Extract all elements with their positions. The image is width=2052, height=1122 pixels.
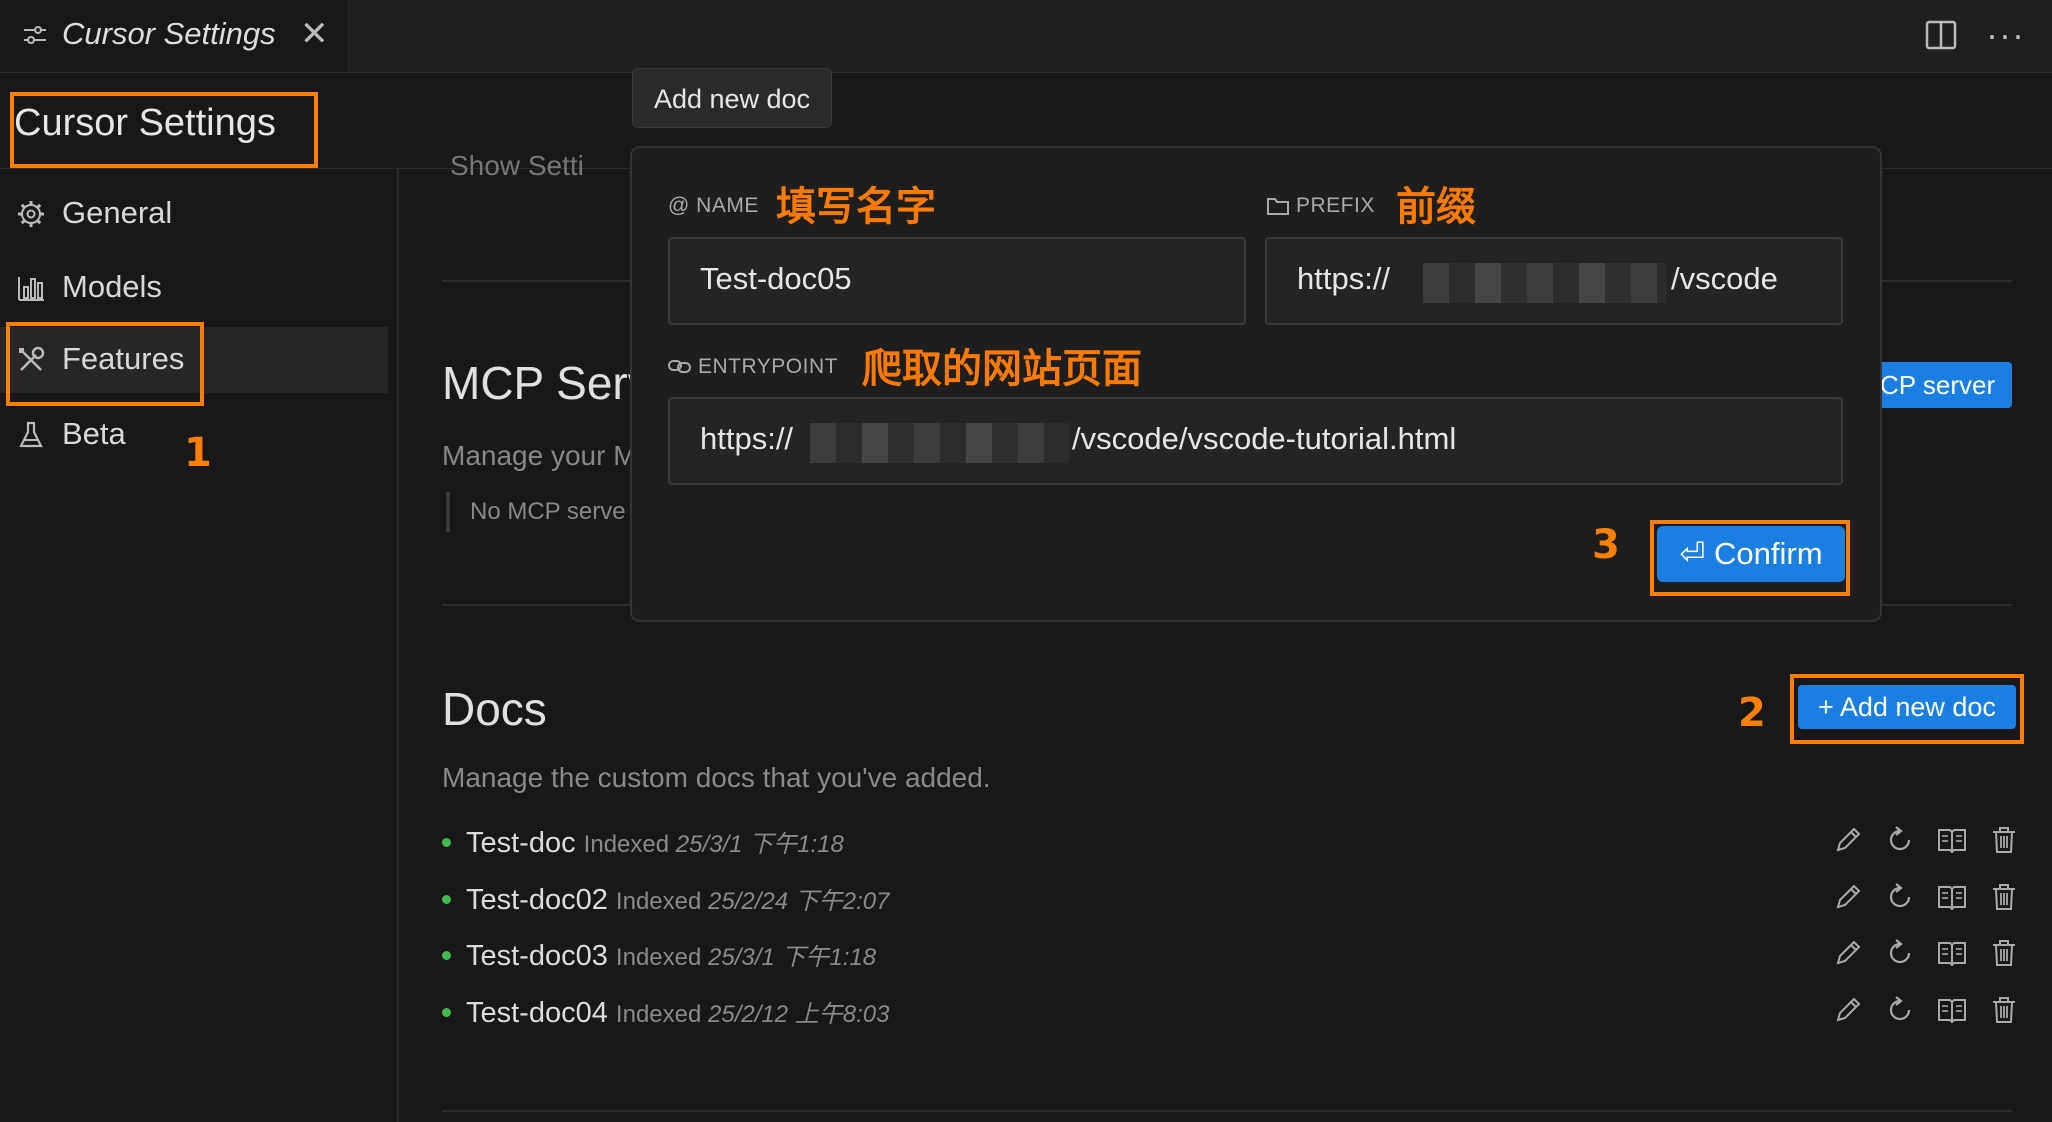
book-icon[interactable] [1936, 994, 1968, 1026]
refresh-icon[interactable] [1884, 824, 1916, 856]
close-icon[interactable]: ✕ [300, 14, 329, 54]
prefix-input[interactable]: https:// /vscode [1265, 237, 1843, 325]
settings-sliders-icon [24, 26, 46, 44]
mcp-section-description: Manage your M [442, 440, 637, 471]
entrypoint-input-value-start: https:// [700, 421, 794, 456]
annotation-step-2: 2 [1738, 690, 1766, 736]
annotation-box-title [10, 92, 318, 168]
status-dot [442, 1008, 451, 1017]
sidebar-item-label: General [62, 195, 173, 230]
trash-icon[interactable] [1988, 881, 2020, 913]
name-input-value: Test-doc05 [700, 261, 852, 296]
sidebar-item-general[interactable]: General [0, 181, 388, 247]
mcp-empty-message: No MCP serve [470, 498, 626, 525]
doc-name: Test-doc04 [466, 997, 608, 1029]
list-item: Test-doc02 Indexed 25/2/24 下午2:07 [442, 873, 2022, 923]
show-settings-link[interactable]: Show Setti [450, 150, 584, 182]
book-icon[interactable] [1936, 881, 1968, 913]
refresh-icon[interactable] [1884, 994, 1916, 1026]
edit-pencil-icon[interactable] [1832, 937, 1864, 969]
doc-indexed-date: 25/3/1 下午1:18 [708, 944, 877, 971]
book-icon[interactable] [1936, 824, 1968, 856]
prefix-input-value-end: /vscode [1671, 261, 1778, 296]
flask-icon [19, 421, 43, 448]
add-doc-tooltip: Add new doc [632, 68, 832, 128]
section-divider [442, 1110, 2012, 1112]
doc-name: Test-doc02 [466, 884, 608, 916]
edit-pencil-icon[interactable] [1832, 881, 1864, 913]
tab-title: Cursor Settings [62, 16, 276, 51]
doc-indexed-date: 25/2/12 上午8:03 [708, 1001, 890, 1028]
docs-section-title: Docs [442, 683, 547, 735]
annotation-box-confirm [1650, 520, 1850, 596]
entrypoint-input[interactable]: https:// /vscode/vscode-tutorial.html [668, 397, 1843, 485]
annotation-step-1: 1 [184, 430, 212, 476]
sidebar-divider [397, 169, 399, 1122]
bar-chart-icon [18, 277, 44, 301]
entrypoint-input-value-end: /vscode/vscode-tutorial.html [1072, 421, 1457, 456]
entrypoint-field-label: ENTRYPOINT [698, 355, 838, 378]
doc-indexed-label: Indexed [583, 831, 670, 858]
prefix-field-label: PREFIX [1296, 194, 1375, 217]
sidebar-item-models[interactable]: Models [0, 255, 388, 321]
trash-icon[interactable] [1988, 994, 2020, 1026]
doc-indexed-label: Indexed [615, 888, 702, 915]
gear-icon [18, 201, 44, 227]
sidebar-item-label: Models [62, 269, 162, 304]
redacted-text [810, 423, 1070, 463]
edit-pencil-icon[interactable] [1832, 824, 1864, 856]
doc-actions [1832, 877, 2022, 917]
split-editor-icon[interactable] [1924, 18, 1958, 52]
status-dot [442, 838, 451, 847]
name-field-label: @ NAME [668, 194, 759, 217]
add-mcp-server-button[interactable]: CP server [1860, 362, 2012, 408]
annotation-name-hint: 填写名字 [776, 184, 936, 230]
refresh-icon[interactable] [1884, 937, 1916, 969]
doc-actions [1832, 933, 2022, 973]
doc-actions [1832, 820, 2022, 860]
edit-pencil-icon[interactable] [1832, 994, 1864, 1026]
sidebar-item-label: Beta [62, 416, 126, 451]
doc-actions [1832, 990, 2022, 1030]
quote-bar [446, 492, 450, 532]
doc-name: Test-doc [466, 827, 576, 859]
link-icon [668, 360, 691, 373]
folder-icon [1267, 198, 1289, 215]
status-dot [442, 951, 451, 960]
docs-section-description: Manage the custom docs that you've added… [442, 762, 991, 793]
doc-indexed-label: Indexed [615, 944, 702, 971]
redacted-text [1423, 263, 1667, 303]
annotation-box-add-doc [1790, 674, 2024, 744]
annotation-prefix-hint: 前缀 [1396, 184, 1476, 230]
annotation-step-3: 3 [1592, 522, 1620, 568]
list-item: Test-doc03 Indexed 25/3/1 下午1:18 [442, 929, 2022, 979]
doc-name: Test-doc03 [466, 940, 608, 972]
name-input[interactable]: Test-doc05 [668, 237, 1246, 325]
doc-indexed-label: Indexed [615, 1001, 702, 1028]
trash-icon[interactable] [1988, 937, 2020, 969]
more-actions-icon[interactable]: ··· [1986, 14, 2025, 56]
annotation-box-features [6, 322, 204, 406]
doc-indexed-date: 25/2/24 下午2:07 [708, 888, 890, 915]
doc-indexed-date: 25/3/1 下午1:18 [675, 831, 844, 858]
book-icon[interactable] [1936, 937, 1968, 969]
list-item: Test-doc Indexed 25/3/1 下午1:18 [442, 816, 2022, 866]
list-item: Test-doc04 Indexed 25/2/12 上午8:03 [442, 986, 2022, 1036]
prefix-input-value-start: https:// [1297, 261, 1391, 296]
refresh-icon[interactable] [1884, 881, 1916, 913]
status-dot [442, 895, 451, 904]
mcp-section-title: MCP Serv [442, 357, 651, 409]
annotation-entrypoint-hint: 爬取的网站页面 [862, 346, 1142, 392]
trash-icon[interactable] [1988, 824, 2020, 856]
